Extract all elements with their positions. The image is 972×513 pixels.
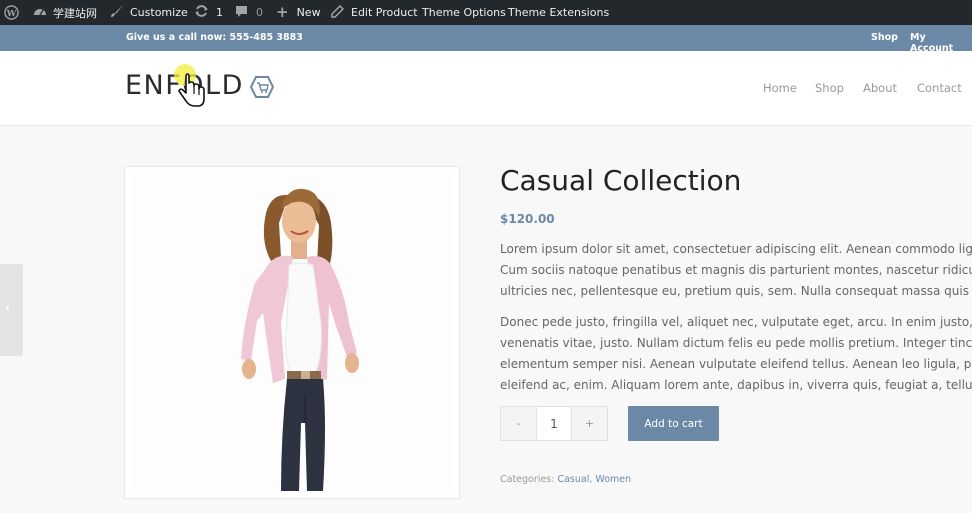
add-to-cart-button[interactable]: Add to cart [628, 406, 719, 441]
nav-about[interactable]: About [863, 81, 897, 95]
wp-admin-bar: W 学建站网 Customize 1 0 + New Edit Product … [0, 0, 972, 25]
dashboard-icon [33, 5, 47, 20]
brush-icon [110, 4, 124, 21]
updates-count: 1 [216, 6, 223, 19]
quantity-plus-button[interactable]: + [572, 407, 607, 440]
category-link-casual[interactable]: Casual [557, 474, 589, 485]
theme-extensions-label: Theme Extensions [508, 6, 610, 19]
product-description-1: Lorem ipsum dolor sit amet, consectetuer… [500, 239, 972, 302]
site-header: ENFOLD Home Shop About Contact [0, 51, 972, 126]
description-line: Donec pede justo, fringilla vel, aliquet… [500, 315, 972, 329]
categories-label: Categories: [500, 474, 555, 485]
top-link-shop[interactable]: Shop [871, 32, 898, 43]
product-categories: Categories: Casual, Women [500, 474, 632, 485]
new-content-menu[interactable]: + New [276, 0, 321, 25]
wordpress-logo-icon[interactable]: W [4, 0, 19, 25]
edit-product-link[interactable]: Edit Product [331, 0, 418, 25]
description-line: Cum sociis natoque penatibus et magnis d… [500, 263, 972, 277]
theme-options-label: Theme Options [422, 6, 506, 19]
customize-link[interactable]: Customize [110, 0, 188, 25]
quantity-input[interactable]: 1 [536, 407, 572, 440]
hand-cursor-icon [174, 64, 205, 107]
cart-hexagon-icon [250, 76, 274, 98]
description-line: Lorem ipsum dolor sit amet, consectetuer… [500, 242, 972, 256]
edit-product-label: Edit Product [351, 6, 418, 19]
description-line: ultricies nec, pellentesque eu, pretium … [500, 284, 972, 298]
product-image [131, 173, 453, 492]
description-line: eleifend ac, enim. Aliquam lorem ante, d… [500, 378, 972, 392]
plus-icon: + [276, 3, 289, 21]
theme-extensions-link[interactable]: Theme Extensions [508, 0, 609, 25]
quantity-stepper: - 1 + [500, 406, 608, 441]
updates-link[interactable]: 1 [194, 0, 223, 25]
product-price: $120.00 [500, 212, 555, 226]
product-image-frame[interactable] [124, 166, 460, 499]
phone-text: Give us a call now: 555-485 3883 [126, 32, 303, 43]
comments-link[interactable]: 0 [235, 0, 263, 25]
product-description-2: Donec pede justo, fringilla vel, aliquet… [500, 312, 972, 396]
site-name-menu[interactable]: 学建站网 [33, 0, 97, 25]
product-main: ‹ Casual Collection $120.00 Lorem ipsum … [0, 126, 972, 513]
nav-contact[interactable]: Contact [917, 81, 962, 95]
nav-shop[interactable]: Shop [815, 81, 844, 95]
refresh-icon [194, 4, 209, 21]
theme-options-link[interactable]: Theme Options [422, 0, 506, 25]
previous-product-tab[interactable]: ‹ [0, 264, 23, 356]
chevron-left-icon: ‹ [5, 301, 10, 315]
product-title: Casual Collection [500, 164, 742, 197]
quantity-minus-button[interactable]: - [501, 407, 536, 440]
customize-label: Customize [130, 6, 188, 19]
description-line: elementum semper nisi. Aenean vulputate … [500, 357, 972, 371]
new-label: New [296, 6, 321, 19]
comments-count: 0 [256, 6, 263, 19]
nav-home[interactable]: Home [763, 81, 797, 95]
site-name-label: 学建站网 [53, 6, 97, 20]
top-info-bar: Give us a call now: 555-485 3883 Shop My… [0, 25, 972, 54]
woman-model-illustration [241, 188, 359, 491]
category-link-women[interactable]: Women [595, 474, 631, 485]
description-line: venenatis vitae, justo. Nullam dictum fe… [500, 336, 972, 350]
svg-text:W: W [6, 8, 17, 18]
pencil-icon [331, 4, 345, 21]
comment-bubble-icon [235, 5, 248, 21]
